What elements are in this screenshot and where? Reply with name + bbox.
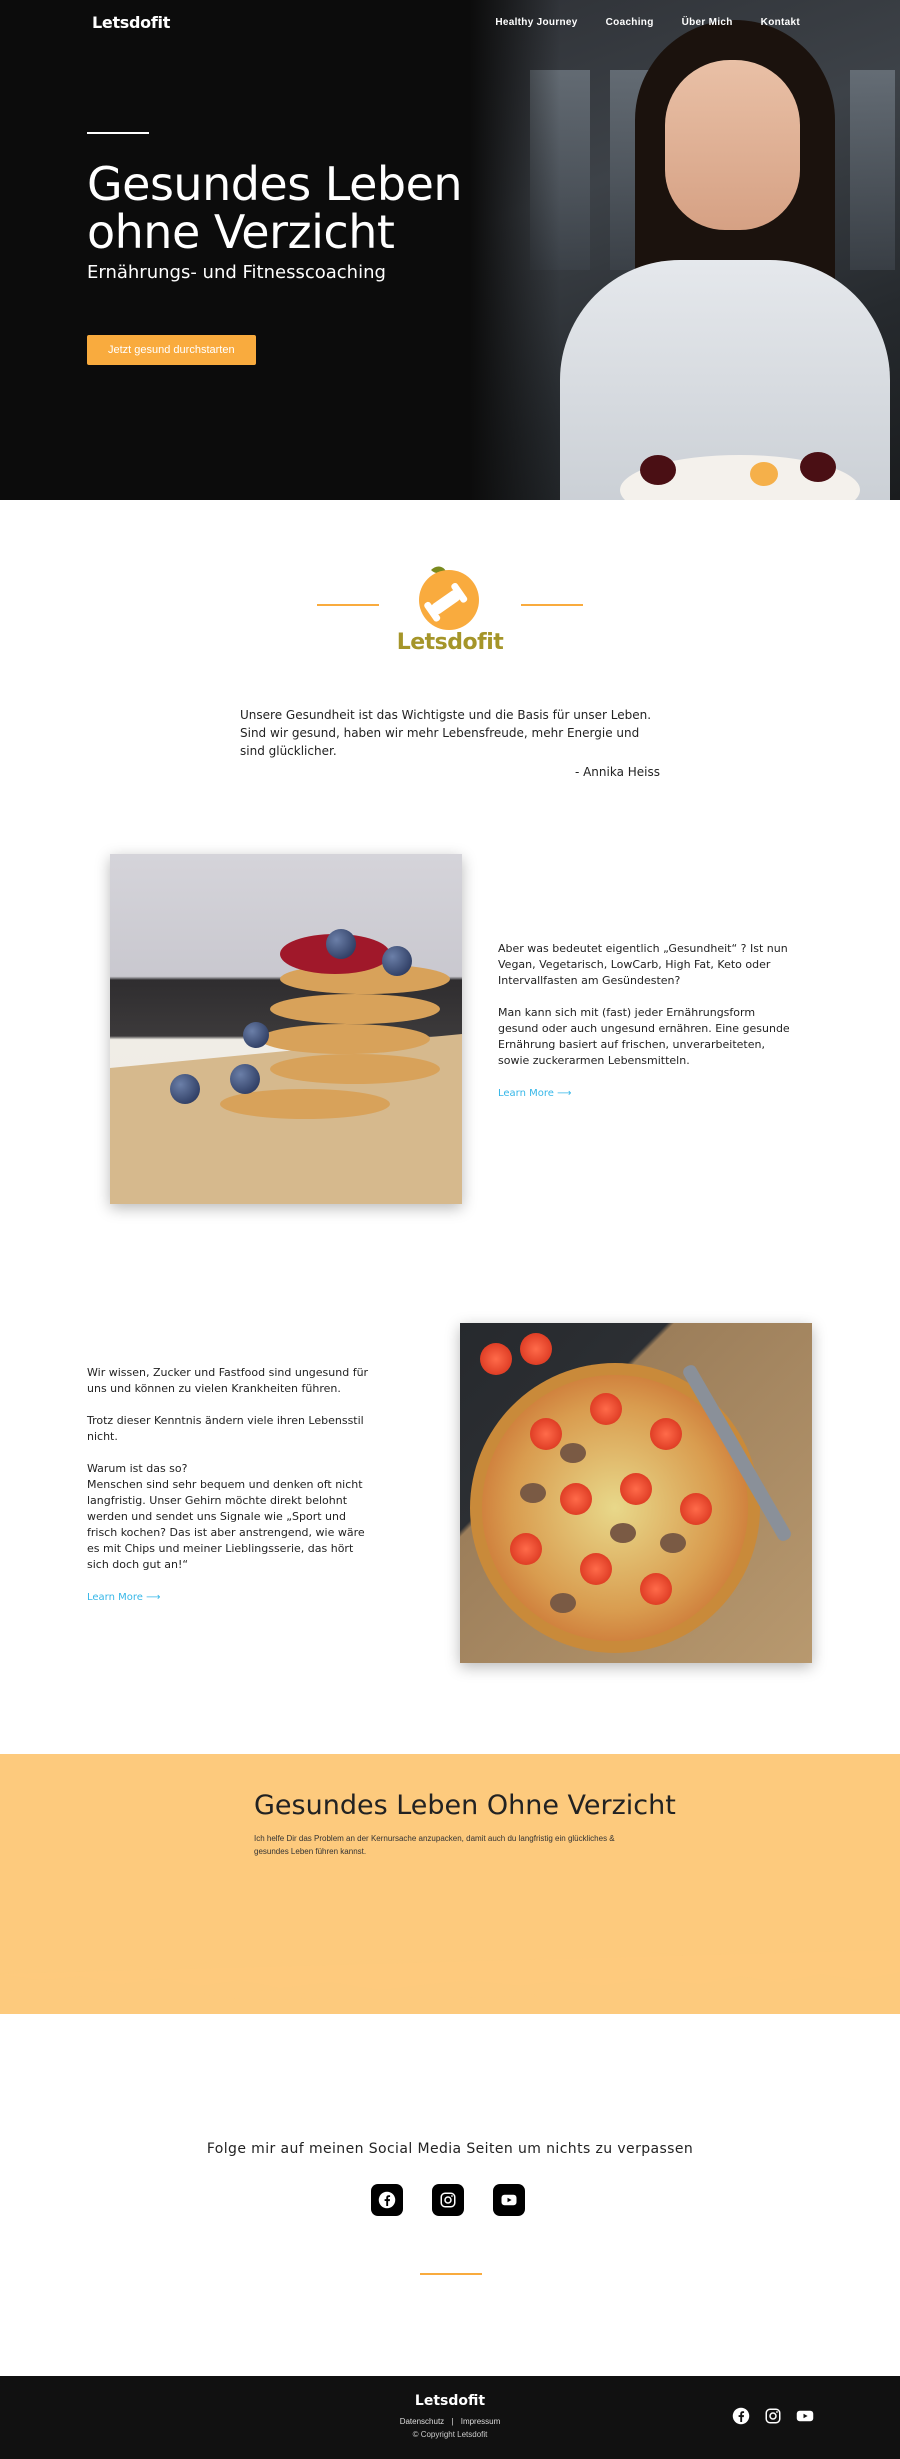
quote-block: Unsere Gesundheit ist das Wichtigste und… [240, 706, 660, 781]
pizza-tomato [680, 1493, 712, 1525]
learn-more-link[interactable]: Learn More ⟶ [87, 1592, 160, 1603]
feature2-paragraph: Wir wissen, Zucker und Fastfood sind ung… [87, 1366, 369, 1395]
band-text: Ich helfe Dir das Problem an der Kernurs… [254, 1834, 615, 1856]
brush-stroke-edge [0, 1890, 900, 2000]
social-icons [371, 2184, 525, 2216]
quote-author: - Annika Heiss [574, 765, 660, 779]
nav-link-healthy-journey[interactable]: Healthy Journey [495, 17, 577, 28]
pizza-tomato [650, 1418, 682, 1450]
hero-divider [87, 132, 149, 134]
blueberry [382, 946, 412, 976]
hero-title-line2: ohne Verzicht [87, 205, 395, 259]
hero-title: Gesundes Leben ohne Verzicht [87, 157, 463, 259]
feature2-paragraph: Warum ist das so? Menschen sind sehr beq… [87, 1462, 365, 1571]
footer-separator: | [451, 2417, 454, 2426]
hero-photo [470, 0, 900, 500]
pizza-tomato [640, 1573, 672, 1605]
feature1-paragraph: Man kann sich mit (fast) jeder Ernährung… [498, 1006, 790, 1067]
hero-person-face [665, 60, 800, 230]
hero-subtitle: Ernährungs- und Fitnesscoaching [87, 262, 386, 283]
hero-title-line1: Gesundes Leben [87, 157, 463, 211]
quote-text: Unsere Gesundheit ist das Wichtigste und… [240, 708, 652, 758]
feature1-paragraph: Aber was bedeutet eigentlich „Gesundheit… [498, 942, 788, 987]
cta-button[interactable]: Jetzt gesund durchstarten [87, 335, 256, 365]
hero-dessert [640, 455, 676, 485]
youtube-icon[interactable] [493, 2184, 525, 2216]
hero-photo-fade [470, 0, 560, 500]
feature2-text: Wir wissen, Zucker und Fastfood sind ung… [87, 1365, 377, 1606]
footer-link-datenschutz[interactable]: Datenschutz [400, 2417, 444, 2426]
facebook-icon[interactable] [371, 2184, 403, 2216]
pizza-tomato [520, 1333, 552, 1365]
hero-content: Gesundes Leben ohne Verzicht Ernährungs-… [87, 132, 463, 365]
pizza-tomato [620, 1473, 652, 1505]
pizza-image [460, 1323, 812, 1663]
brand-name: Letsdofit [396, 630, 504, 655]
pizza-mushroom [660, 1533, 686, 1553]
top-nav: Letsdofit Healthy Journey Coaching Über … [0, 0, 900, 46]
footer: Letsdofit Datenschutz | Impressum © Copy… [0, 2376, 900, 2459]
social-divider [420, 2273, 482, 2275]
pizza-tomato [510, 1533, 542, 1565]
nav-logo[interactable]: Letsdofit [92, 13, 170, 32]
hero-dessert [750, 462, 778, 486]
pancake-image [110, 854, 462, 1204]
instagram-icon[interactable] [763, 2406, 783, 2426]
pizza-tomato [530, 1418, 562, 1450]
pizza-tomato [480, 1343, 512, 1375]
orange-logo-icon [419, 566, 479, 630]
footer-social-icons [731, 2406, 815, 2426]
pizza-mushroom [550, 1593, 576, 1613]
hero-dessert [800, 452, 836, 482]
blueberry [326, 929, 356, 959]
blueberry [243, 1022, 269, 1048]
hero-bg-window [850, 70, 895, 270]
pizza-tomato [590, 1393, 622, 1425]
feature2-paragraph: Trotz dieser Kenntnis ändern viele ihren… [87, 1414, 364, 1443]
pancake-layer [270, 994, 440, 1024]
brand-section: Letsdofit [0, 500, 900, 680]
pizza-mushroom [520, 1483, 546, 1503]
pancake-layer [260, 1024, 430, 1054]
nav-link-ueber-mich[interactable]: Über Mich [682, 17, 733, 28]
brand-divider-right [521, 604, 583, 606]
feature1-text: Aber was bedeutet eigentlich „Gesundheit… [498, 941, 798, 1102]
brand-divider-left [317, 604, 379, 606]
nav-link-coaching[interactable]: Coaching [606, 17, 654, 28]
footer-copyright: © Copyright Letsdofit [412, 2430, 488, 2439]
facebook-icon[interactable] [731, 2406, 751, 2426]
footer-link-impressum[interactable]: Impressum [461, 2417, 501, 2426]
blueberry [170, 1074, 200, 1104]
pizza-mushroom [560, 1443, 586, 1463]
social-title: Folge mir auf meinen Social Media Seiten… [206, 2141, 694, 2157]
pancake-layer [270, 1054, 440, 1084]
youtube-icon[interactable] [795, 2406, 815, 2426]
nav-links: Healthy Journey Coaching Über Mich Konta… [495, 17, 800, 28]
nav-link-kontakt[interactable]: Kontakt [761, 17, 800, 28]
learn-more-link[interactable]: Learn More ⟶ [498, 1088, 571, 1099]
pizza-mushroom [610, 1523, 636, 1543]
pizza-tomato [580, 1553, 612, 1585]
blueberry [230, 1064, 260, 1094]
pizza-tomato [560, 1483, 592, 1515]
hero-section: Letsdofit Healthy Journey Coaching Über … [0, 0, 900, 500]
band-title: Gesundes Leben Ohne Verzicht [254, 1790, 676, 1821]
instagram-icon[interactable] [432, 2184, 464, 2216]
